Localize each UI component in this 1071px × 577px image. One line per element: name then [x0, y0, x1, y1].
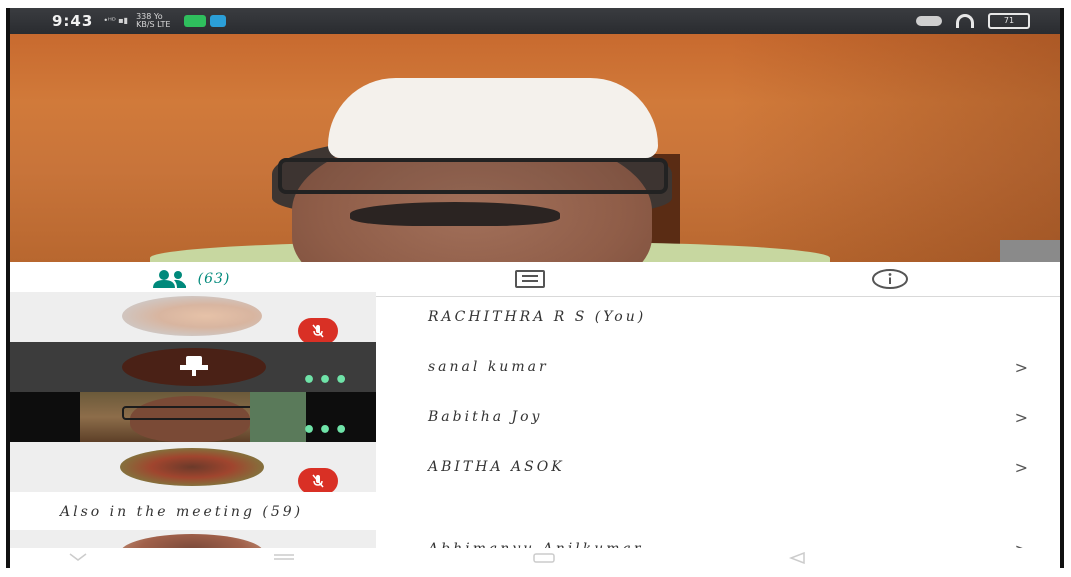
participant-name: ABITHA ASOK: [428, 459, 565, 475]
chat-icon: [515, 270, 545, 288]
avatar: [120, 448, 264, 486]
participant-thumbnail: [10, 442, 376, 492]
participant-thumbnail: •••: [10, 392, 376, 442]
participant-name: Babitha Joy: [428, 409, 543, 425]
participant-row[interactable]: ABITHA ASOK >: [10, 442, 1060, 492]
people-icon: [152, 270, 186, 288]
battery-icon: 71: [988, 13, 1030, 29]
mic-off-icon: [298, 468, 338, 492]
status-bar: 9:43 •ᴴᴰ ▪▮ 338 Yo KB/S LTE 71: [10, 8, 1060, 34]
more-options-icon[interactable]: •••: [302, 370, 350, 392]
participant-row[interactable]: RACHITHRA R S (You): [10, 292, 1060, 342]
speaker-cap: [328, 78, 658, 158]
chevron-right-icon[interactable]: >: [1015, 342, 1028, 392]
participant-row[interactable]: ••• sanal kumar >: [10, 342, 1060, 392]
tab-chat[interactable]: [500, 262, 560, 296]
also-in-meeting-label: Also in the meeting (59): [60, 504, 304, 520]
status-time: 9:43: [52, 12, 94, 30]
participant-video: [80, 392, 306, 442]
participant-thumbnail: •••: [10, 342, 376, 392]
android-nav-bar: [10, 548, 1060, 568]
chevron-right-icon[interactable]: >: [1015, 442, 1028, 492]
participant-name: sanal kumar: [428, 359, 549, 375]
participant-row[interactable]: ••• Babitha Joy >: [10, 392, 1060, 442]
chevron-right-icon[interactable]: >: [1015, 392, 1028, 442]
info-icon: [872, 269, 908, 289]
more-options-icon[interactable]: •••: [302, 420, 350, 442]
app-frame: 9:43 •ᴴᴰ ▪▮ 338 Yo KB/S LTE 71 (63) RACH…: [10, 8, 1060, 568]
participant-count: (63): [197, 271, 231, 287]
tab-info[interactable]: [860, 262, 920, 296]
person-placeholder-icon: [180, 356, 208, 376]
whatsapp-notification-icon: [184, 15, 207, 27]
chevron-down-icon[interactable]: [68, 552, 88, 562]
network-speed: 338 Yo KB/S LTE: [136, 12, 171, 29]
participant-name: RACHITHRA R S (You): [428, 309, 647, 325]
message-notification-icon: [210, 15, 227, 27]
home-icon[interactable]: [532, 552, 556, 564]
avatar: [122, 296, 262, 336]
back-icon[interactable]: [788, 552, 808, 564]
signal-icon: •ᴴᴰ ▪▮: [103, 16, 129, 25]
participant-thumbnail: [10, 292, 376, 342]
mute-status-icon: [916, 16, 942, 26]
mic-off-icon: [298, 318, 338, 342]
tab-people[interactable]: (63): [100, 262, 280, 296]
headset-icon: [956, 14, 974, 28]
menu-icon[interactable]: [272, 552, 296, 562]
main-video-feed[interactable]: [10, 34, 1060, 262]
